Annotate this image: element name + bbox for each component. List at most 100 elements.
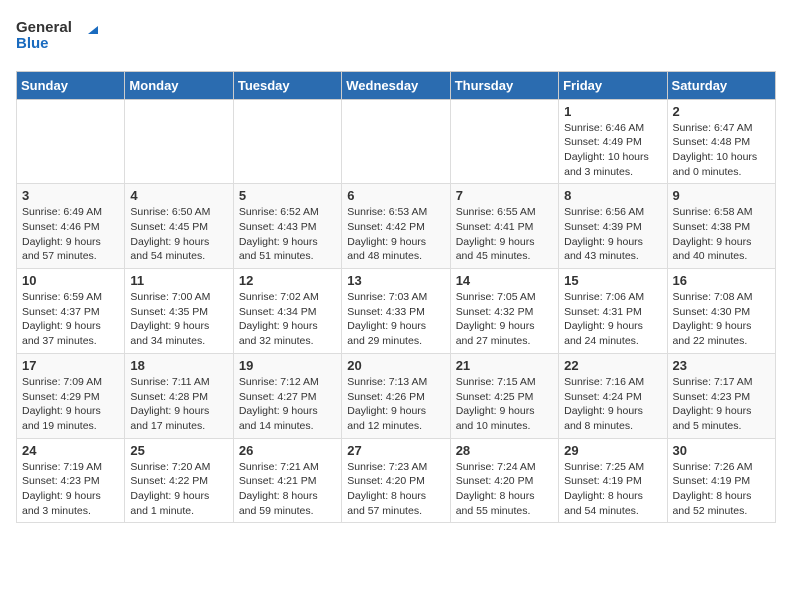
calendar-cell <box>233 99 341 184</box>
day-info: Sunrise: 7:11 AM Sunset: 4:28 PM Dayligh… <box>130 375 227 434</box>
column-header-friday: Friday <box>559 71 667 99</box>
calendar-week-row: 10 Sunrise: 6:59 AM Sunset: 4:37 PM Dayli… <box>17 269 776 354</box>
calendar-week-row: 24 Sunrise: 7:19 AM Sunset: 4:23 PM Dayli… <box>17 438 776 523</box>
calendar-cell: 4Sunrise: 6:50 AM Sunset: 4:45 PM Daylig… <box>125 184 233 269</box>
day-info: Sunrise: 6:52 AM Sunset: 4:43 PM Dayligh… <box>239 205 336 264</box>
day-info: Sunrise: 7:08 AM Sunset: 4:30 PM Dayligh… <box>673 290 770 349</box>
day-info: Sunrise: 7:19 AM Sunset: 4:23 PM Dayligh… <box>22 460 119 519</box>
calendar-cell: 2 Sunrise: 6:47 AM Sunset: 4:48 PM Daylig… <box>667 99 775 184</box>
column-header-tuesday: Tuesday <box>233 71 341 99</box>
calendar-cell: 18 Sunrise: 7:11 AM Sunset: 4:28 PM Dayli… <box>125 353 233 438</box>
column-header-saturday: Saturday <box>667 71 775 99</box>
day-info: Sunrise: 6:50 AM Sunset: 4:45 PM Dayligh… <box>130 205 227 264</box>
calendar-cell: 12 Sunrise: 7:02 AM Sunset: 4:34 PM Dayli… <box>233 269 341 354</box>
calendar-cell: 19Sunrise: 7:12 AM Sunset: 4:27 PM Dayli… <box>233 353 341 438</box>
day-info: Sunrise: 7:16 AM Sunset: 4:24 PM Dayligh… <box>564 375 661 434</box>
calendar-cell: 7Sunrise: 6:55 AM Sunset: 4:41 PM Daylig… <box>450 184 558 269</box>
calendar-cell <box>125 99 233 184</box>
day-number: 16 <box>673 273 770 288</box>
day-info: Sunrise: 7:23 AM Sunset: 4:20 PM Dayligh… <box>347 460 444 519</box>
header: General Blue <box>16 16 776 61</box>
day-number: 5 <box>239 188 336 203</box>
calendar-cell <box>342 99 450 184</box>
column-header-thursday: Thursday <box>450 71 558 99</box>
logo-svg: General Blue <box>16 16 106 56</box>
day-number: 29 <box>564 443 661 458</box>
calendar-cell: 26Sunrise: 7:21 AM Sunset: 4:21 PM Dayli… <box>233 438 341 523</box>
day-number: 8 <box>564 188 661 203</box>
day-number: 6 <box>347 188 444 203</box>
day-info: Sunrise: 7:13 AM Sunset: 4:26 PM Dayligh… <box>347 375 444 434</box>
column-header-monday: Monday <box>125 71 233 99</box>
day-number: 9 <box>673 188 770 203</box>
calendar-cell: 5 Sunrise: 6:52 AM Sunset: 4:43 PM Daylig… <box>233 184 341 269</box>
day-number: 22 <box>564 358 661 373</box>
calendar-cell: 27 Sunrise: 7:23 AM Sunset: 4:20 PM Dayli… <box>342 438 450 523</box>
day-number: 11 <box>130 273 227 288</box>
day-info: Sunrise: 7:06 AM Sunset: 4:31 PM Dayligh… <box>564 290 661 349</box>
calendar-body: 1 Sunrise: 6:46 AM Sunset: 4:49 PM Daylig… <box>17 99 776 523</box>
day-number: 17 <box>22 358 119 373</box>
day-info: Sunrise: 7:17 AM Sunset: 4:23 PM Dayligh… <box>673 375 770 434</box>
logo: General Blue <box>16 16 106 61</box>
day-number: 28 <box>456 443 553 458</box>
day-info: Sunrise: 7:12 AM Sunset: 4:27 PM Dayligh… <box>239 375 336 434</box>
day-number: 15 <box>564 273 661 288</box>
day-info: Sunrise: 7:20 AM Sunset: 4:22 PM Dayligh… <box>130 460 227 519</box>
calendar-week-row: 17 Sunrise: 7:09 AM Sunset: 4:29 PM Dayli… <box>17 353 776 438</box>
calendar-cell: 6 Sunrise: 6:53 AM Sunset: 4:42 PM Daylig… <box>342 184 450 269</box>
calendar-cell: 28Sunrise: 7:24 AM Sunset: 4:20 PM Dayli… <box>450 438 558 523</box>
calendar-header-row: SundayMondayTuesdayWednesdayThursdayFrid… <box>17 71 776 99</box>
day-number: 21 <box>456 358 553 373</box>
day-number: 1 <box>564 104 661 119</box>
calendar-cell: 20Sunrise: 7:13 AM Sunset: 4:26 PM Dayli… <box>342 353 450 438</box>
day-info: Sunrise: 6:59 AM Sunset: 4:37 PM Dayligh… <box>22 290 119 349</box>
column-header-sunday: Sunday <box>17 71 125 99</box>
day-info: Sunrise: 6:58 AM Sunset: 4:38 PM Dayligh… <box>673 205 770 264</box>
day-info: Sunrise: 7:15 AM Sunset: 4:25 PM Dayligh… <box>456 375 553 434</box>
calendar-cell: 10 Sunrise: 6:59 AM Sunset: 4:37 PM Dayli… <box>17 269 125 354</box>
day-number: 7 <box>456 188 553 203</box>
column-header-wednesday: Wednesday <box>342 71 450 99</box>
calendar-table: SundayMondayTuesdayWednesdayThursdayFrid… <box>16 71 776 524</box>
svg-text:General: General <box>16 19 72 36</box>
day-number: 24 <box>22 443 119 458</box>
day-info: Sunrise: 7:09 AM Sunset: 4:29 PM Dayligh… <box>22 375 119 434</box>
calendar-cell: 23Sunrise: 7:17 AM Sunset: 4:23 PM Dayli… <box>667 353 775 438</box>
calendar-cell: 14 Sunrise: 7:05 AM Sunset: 4:32 PM Dayli… <box>450 269 558 354</box>
day-number: 12 <box>239 273 336 288</box>
day-info: Sunrise: 7:26 AM Sunset: 4:19 PM Dayligh… <box>673 460 770 519</box>
day-number: 3 <box>22 188 119 203</box>
calendar-cell: 13 Sunrise: 7:03 AM Sunset: 4:33 PM Dayli… <box>342 269 450 354</box>
day-number: 18 <box>130 358 227 373</box>
day-number: 14 <box>456 273 553 288</box>
calendar-week-row: 3 Sunrise: 6:49 AM Sunset: 4:46 PM Daylig… <box>17 184 776 269</box>
day-info: Sunrise: 6:46 AM Sunset: 4:49 PM Dayligh… <box>564 121 661 180</box>
calendar-cell <box>17 99 125 184</box>
day-info: Sunrise: 7:05 AM Sunset: 4:32 PM Dayligh… <box>456 290 553 349</box>
calendar-cell: 15 Sunrise: 7:06 AM Sunset: 4:31 PM Dayli… <box>559 269 667 354</box>
day-info: Sunrise: 6:49 AM Sunset: 4:46 PM Dayligh… <box>22 205 119 264</box>
day-info: Sunrise: 7:02 AM Sunset: 4:34 PM Dayligh… <box>239 290 336 349</box>
day-number: 10 <box>22 273 119 288</box>
calendar-cell: 25Sunrise: 7:20 AM Sunset: 4:22 PM Dayli… <box>125 438 233 523</box>
day-info: Sunrise: 6:53 AM Sunset: 4:42 PM Dayligh… <box>347 205 444 264</box>
svg-text:Blue: Blue <box>16 35 49 52</box>
calendar-cell: 8 Sunrise: 6:56 AM Sunset: 4:39 PM Daylig… <box>559 184 667 269</box>
day-info: Sunrise: 7:00 AM Sunset: 4:35 PM Dayligh… <box>130 290 227 349</box>
calendar-cell: 30 Sunrise: 7:26 AM Sunset: 4:19 PM Dayli… <box>667 438 775 523</box>
day-number: 13 <box>347 273 444 288</box>
calendar-cell: 24 Sunrise: 7:19 AM Sunset: 4:23 PM Dayli… <box>17 438 125 523</box>
day-number: 27 <box>347 443 444 458</box>
day-info: Sunrise: 6:47 AM Sunset: 4:48 PM Dayligh… <box>673 121 770 180</box>
calendar-cell: 29 Sunrise: 7:25 AM Sunset: 4:19 PM Dayli… <box>559 438 667 523</box>
calendar-cell: 17 Sunrise: 7:09 AM Sunset: 4:29 PM Dayli… <box>17 353 125 438</box>
day-info: Sunrise: 7:25 AM Sunset: 4:19 PM Dayligh… <box>564 460 661 519</box>
calendar-cell <box>450 99 558 184</box>
day-number: 30 <box>673 443 770 458</box>
day-info: Sunrise: 6:56 AM Sunset: 4:39 PM Dayligh… <box>564 205 661 264</box>
calendar-cell: 9 Sunrise: 6:58 AM Sunset: 4:38 PM Daylig… <box>667 184 775 269</box>
day-info: Sunrise: 7:03 AM Sunset: 4:33 PM Dayligh… <box>347 290 444 349</box>
calendar-cell: 3 Sunrise: 6:49 AM Sunset: 4:46 PM Daylig… <box>17 184 125 269</box>
day-number: 2 <box>673 104 770 119</box>
